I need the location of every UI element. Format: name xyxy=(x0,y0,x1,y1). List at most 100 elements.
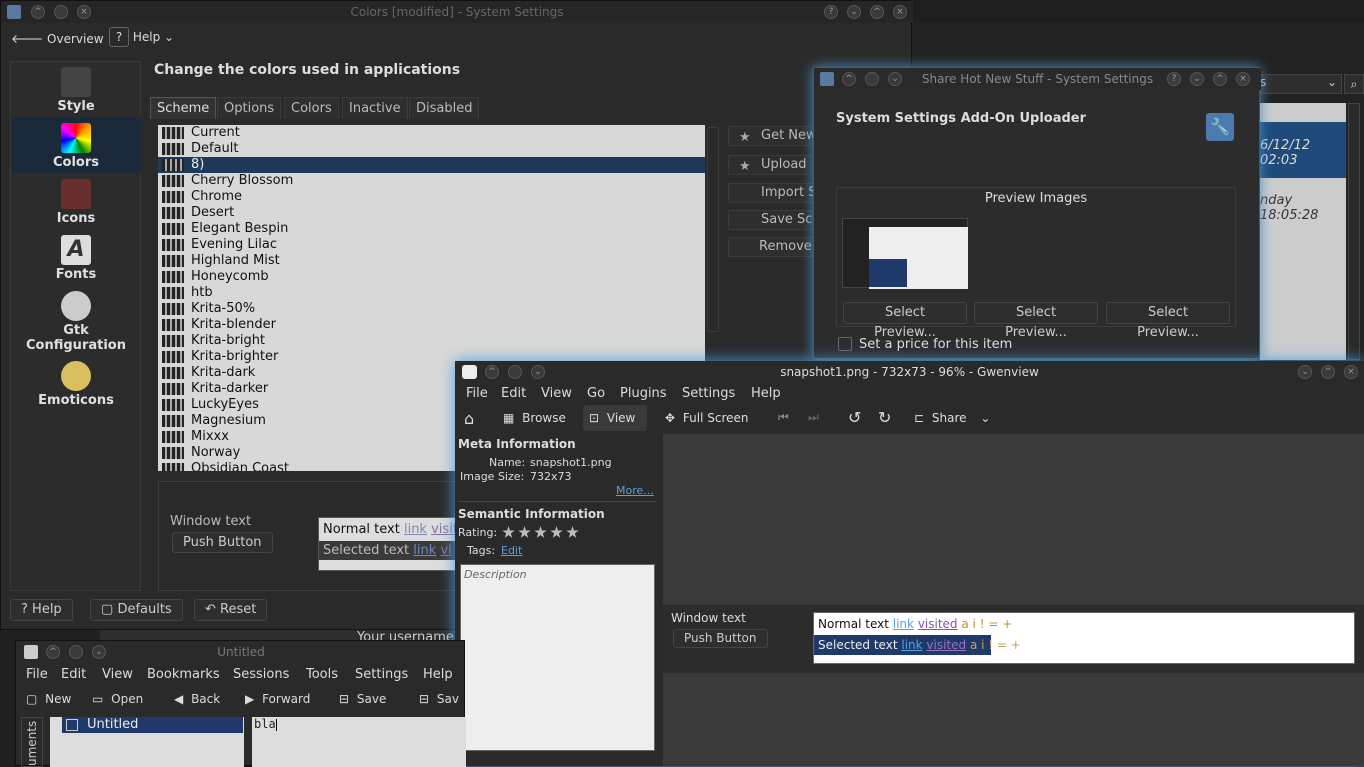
menu-bookmarks[interactable]: Bookmarks xyxy=(147,667,220,682)
menu-plugins[interactable]: Plugins xyxy=(620,386,667,401)
chevron-down-icon[interactable]: ⌄ xyxy=(888,72,902,86)
menu-view[interactable]: View xyxy=(541,386,572,401)
sidebar-item-gtk[interactable]: Gtk Configuration xyxy=(11,291,141,353)
more-link[interactable]: More... xyxy=(616,484,654,497)
scheme-item[interactable]: Honeycomb xyxy=(158,269,705,285)
scheme-item[interactable]: Elegant Bespin xyxy=(158,221,705,237)
description-field[interactable]: Description xyxy=(460,564,655,751)
tags-edit-link[interactable]: Edit xyxy=(501,544,522,557)
keep-below-button[interactable] xyxy=(865,72,879,86)
search-icon[interactable]: ⌕ xyxy=(1344,74,1364,94)
first-icon[interactable]: ⏮ xyxy=(778,410,789,425)
rotate-left-icon[interactable]: ↺ xyxy=(848,408,861,427)
scheme-item[interactable]: Krita-blender xyxy=(158,317,705,333)
help-icon[interactable]: ? xyxy=(824,5,838,19)
upload-button[interactable]: ★ Upload xyxy=(728,155,818,175)
documents-side-tab[interactable]: uments xyxy=(21,717,43,767)
menu-sessions[interactable]: Sessions xyxy=(233,667,289,682)
select-preview-button-1[interactable]: Select Preview... xyxy=(843,302,967,340)
scheme-item[interactable]: Cherry Blossom xyxy=(158,173,705,189)
tab-colors[interactable]: Colors xyxy=(284,97,339,119)
import-scheme-button[interactable]: Import Sc xyxy=(728,183,818,203)
sidebar-item-fonts[interactable]: A Fonts xyxy=(11,235,141,283)
last-icon[interactable]: ⏭ xyxy=(808,410,819,425)
scheme-item[interactable]: Evening Lilac xyxy=(158,237,705,253)
maximize-icon[interactable]: ^ xyxy=(1213,72,1227,86)
home-icon[interactable]: ⌂ xyxy=(464,409,474,428)
forward-button[interactable]: ▶ Forward xyxy=(245,692,310,706)
scheme-item[interactable]: htb xyxy=(158,285,705,301)
save-scheme-button[interactable]: Save Sc xyxy=(728,210,818,230)
keep-below-button[interactable] xyxy=(54,5,68,19)
keep-below-button[interactable] xyxy=(69,645,83,659)
maximize-icon[interactable]: ^ xyxy=(1321,365,1335,379)
menu-go[interactable]: Go xyxy=(587,386,605,401)
chevron-down-icon[interactable]: ⌄ xyxy=(531,365,545,379)
help-icon[interactable]: ? xyxy=(1167,72,1181,86)
minimize-icon[interactable]: ⌄ xyxy=(1298,365,1312,379)
scheme-scrollbar[interactable] xyxy=(707,127,719,332)
menu-tools[interactable]: Tools xyxy=(306,667,338,682)
reset-button[interactable]: ↶ Reset xyxy=(194,599,268,621)
sidebar-item-style[interactable]: Style xyxy=(11,67,141,115)
menu-help[interactable]: Help xyxy=(423,667,453,682)
menu-edit[interactable]: Edit xyxy=(61,667,86,682)
star-icon[interactable] xyxy=(566,526,579,538)
bg-combo[interactable]: s ⌄ xyxy=(1257,74,1342,94)
menu-settings[interactable]: Settings xyxy=(355,667,408,682)
keep-above-button[interactable]: ^ xyxy=(842,72,856,86)
rotate-right-icon[interactable]: ↻ xyxy=(878,408,891,427)
close-icon[interactable]: × xyxy=(1344,365,1358,379)
keep-below-button[interactable] xyxy=(508,365,522,379)
overview-button[interactable]: 🡐 Overview xyxy=(11,31,104,46)
editor[interactable]: bla xyxy=(252,717,466,767)
help-button[interactable]: ? Help xyxy=(10,599,73,621)
scrollbar[interactable] xyxy=(1348,103,1360,360)
star-icon[interactable] xyxy=(534,526,547,538)
close-icon[interactable]: × xyxy=(893,5,907,19)
help-menu-button[interactable]: ? Help ⌄ xyxy=(109,27,174,47)
sidebar-item-colors[interactable]: Colors xyxy=(11,117,141,173)
star-icon[interactable] xyxy=(502,526,515,538)
price-checkbox[interactable] xyxy=(838,337,852,351)
scheme-item[interactable]: Current xyxy=(158,125,705,141)
fullscreen-button[interactable]: ✥ Full Screen xyxy=(665,411,748,425)
minimize-icon[interactable]: ⌄ xyxy=(847,5,861,19)
view-button[interactable]: ⊡ View xyxy=(583,405,647,431)
bg-selected-row[interactable]: 6/12/12 02:03 xyxy=(1260,122,1346,178)
sidebar-item-emoticons[interactable]: Emoticons xyxy=(11,361,141,409)
tab-disabled[interactable]: Disabled xyxy=(409,97,480,119)
back-button[interactable]: ◀ Back xyxy=(174,692,220,706)
scheme-item[interactable]: Desert xyxy=(158,205,705,221)
chevron-down-icon[interactable]: ⌄ xyxy=(92,645,106,659)
scheme-item[interactable]: Chrome xyxy=(158,189,705,205)
keep-above-button[interactable]: ^ xyxy=(31,5,45,19)
select-preview-button-2[interactable]: Select Preview... xyxy=(974,302,1098,340)
scheme-item[interactable]: Highland Mist xyxy=(158,253,705,269)
star-icon[interactable] xyxy=(550,526,563,538)
save-as-button[interactable]: ⊟ Sav xyxy=(419,692,459,706)
open-button[interactable]: ▭ Open xyxy=(92,692,143,706)
share-button[interactable]: ⊏ Share ⌄ xyxy=(914,411,990,425)
keep-above-button[interactable]: ^ xyxy=(46,645,60,659)
menu-edit[interactable]: Edit xyxy=(501,386,526,401)
menu-view[interactable]: View xyxy=(102,667,133,682)
menu-help[interactable]: Help xyxy=(751,386,781,401)
tab-scheme[interactable]: Scheme xyxy=(150,97,217,119)
maximize-icon[interactable]: ^ xyxy=(870,5,884,19)
document-item[interactable]: Untitled xyxy=(62,717,243,733)
minimize-icon[interactable]: ⌄ xyxy=(1190,72,1204,86)
preview-push-button[interactable]: Push Button xyxy=(172,532,273,553)
defaults-button[interactable]: ▢ Defaults xyxy=(90,599,183,621)
menu-file[interactable]: File xyxy=(26,667,48,682)
close-icon[interactable]: × xyxy=(1236,72,1250,86)
scheme-item-selected[interactable]: 8) xyxy=(158,157,705,173)
scheme-item[interactable]: Default xyxy=(158,141,705,157)
tab-inactive[interactable]: Inactive xyxy=(342,97,408,119)
scheme-item[interactable]: Krita-50% xyxy=(158,301,705,317)
close-icon[interactable]: × xyxy=(77,5,91,19)
browse-button[interactable]: ▦ Browse xyxy=(503,411,566,425)
select-preview-button-3[interactable]: Select Preview... xyxy=(1106,302,1230,340)
rating-stars[interactable] xyxy=(502,526,582,542)
remove-button[interactable]: Remove xyxy=(728,237,818,257)
